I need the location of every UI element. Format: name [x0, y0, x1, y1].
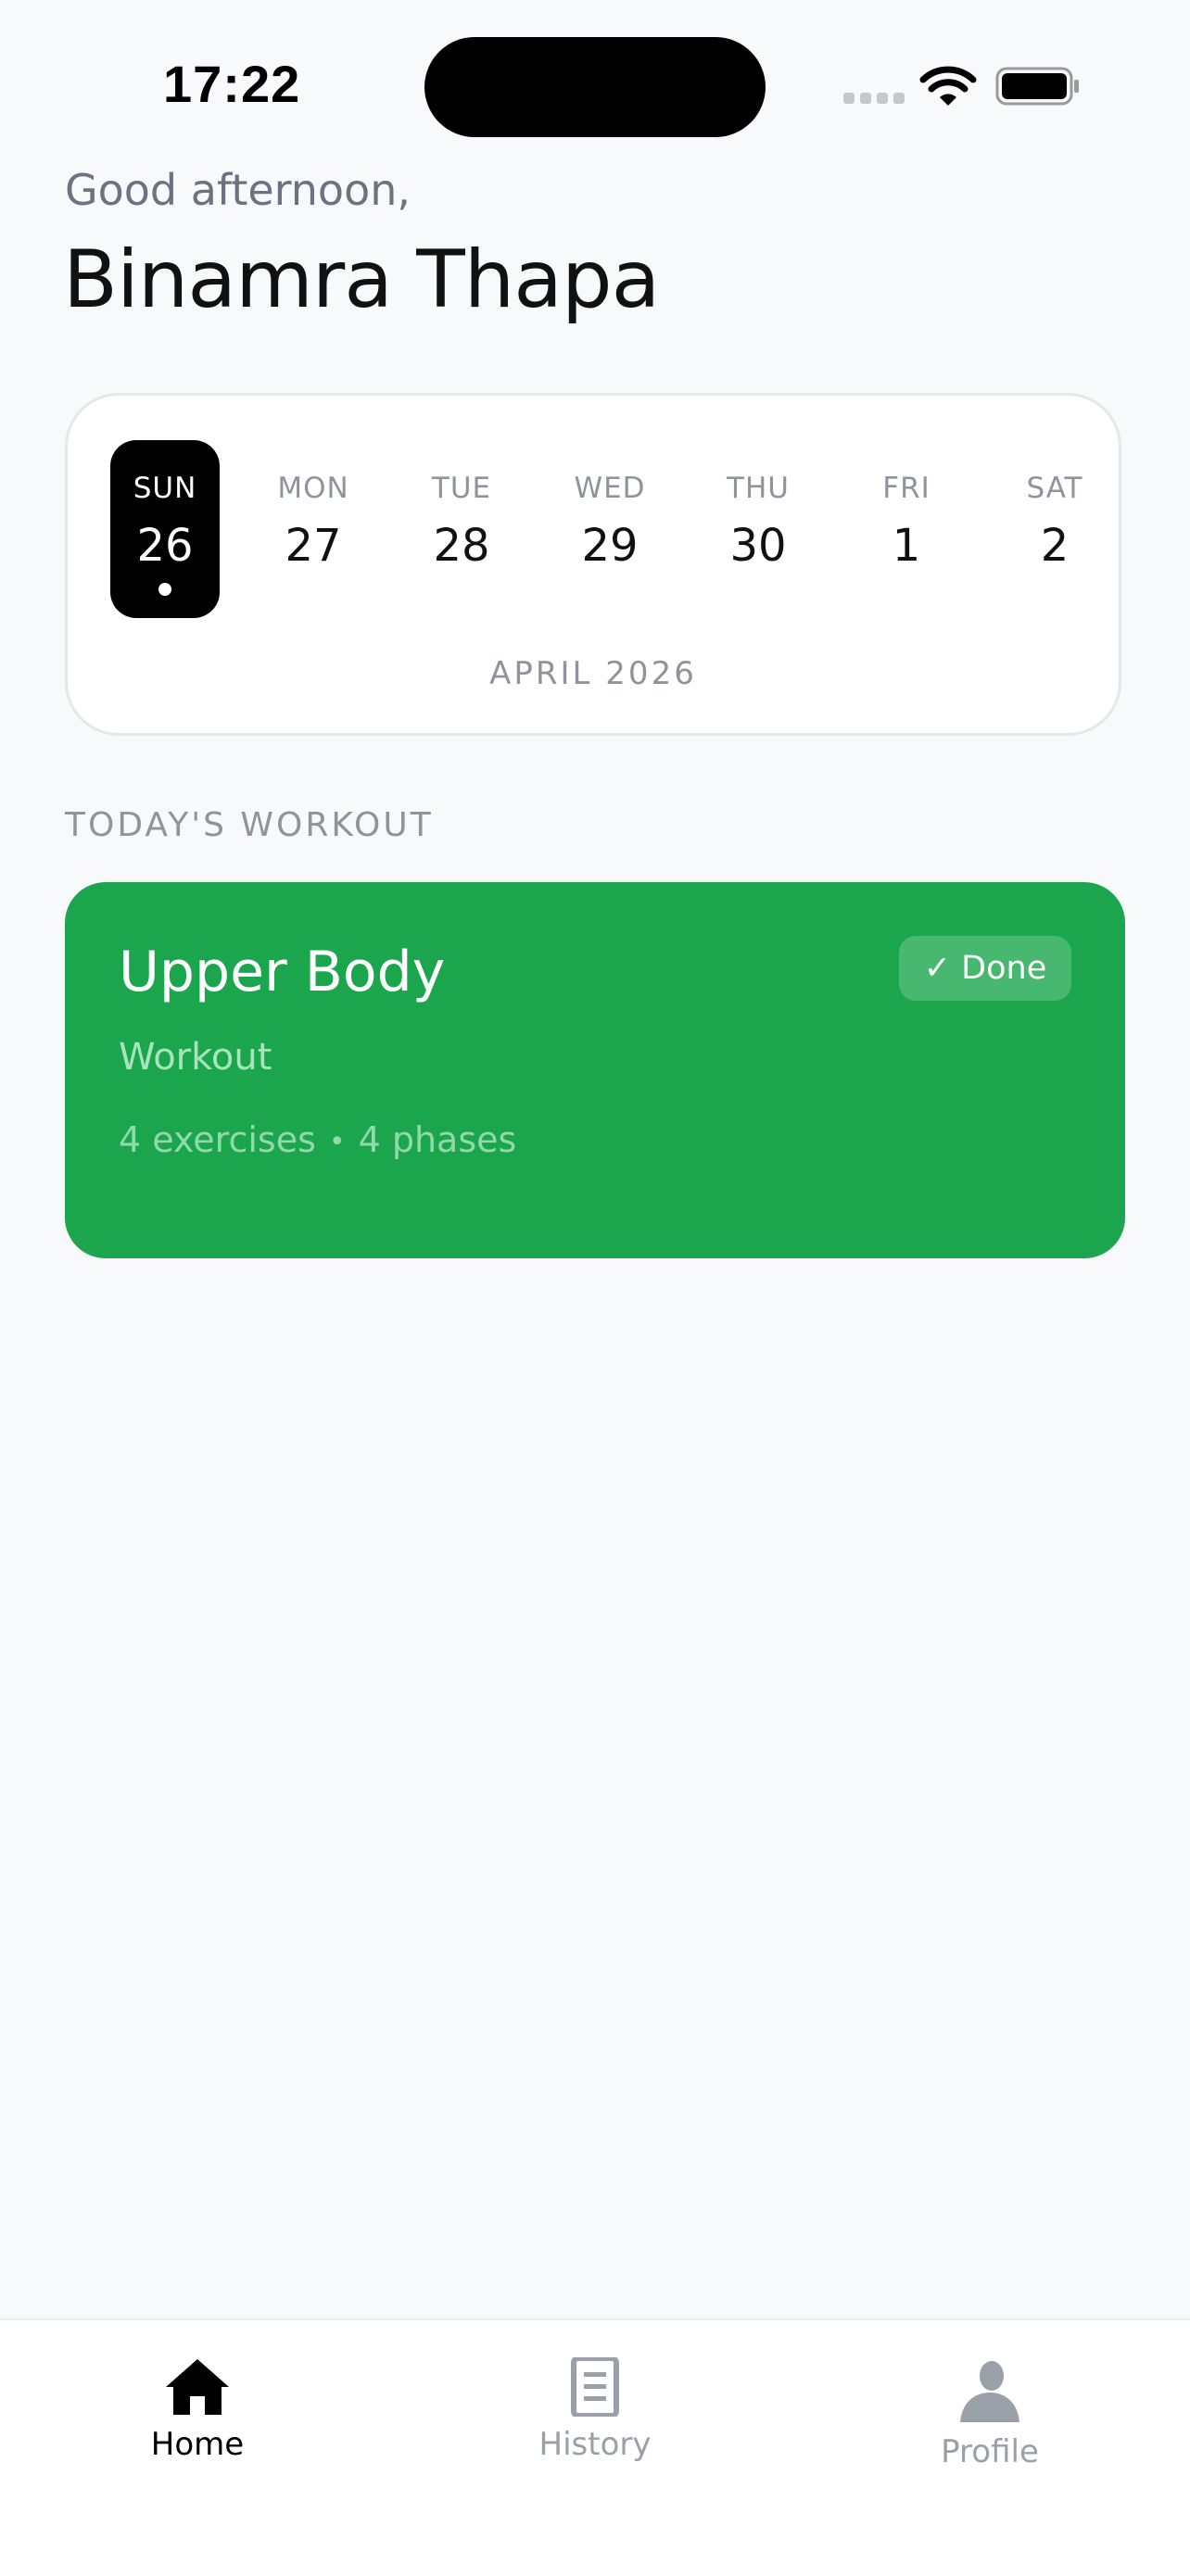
day-sat[interactable]: SAT 2: [1000, 440, 1109, 618]
tab-label: History: [538, 2426, 652, 2463]
day-mon[interactable]: MON 27: [259, 440, 368, 618]
section-title: TODAY'S WORKOUT: [65, 806, 434, 844]
tab-history[interactable]: History: [493, 2357, 697, 2496]
workout-title: Upper Body: [119, 940, 446, 1004]
day-name: THU: [727, 472, 790, 505]
wifi-icon: [919, 66, 977, 106]
day-number: 29: [581, 520, 639, 572]
tab-label: Profile: [941, 2433, 1039, 2470]
month-label: APRIL 2026: [489, 655, 697, 692]
phase-count: 4 phases: [358, 1119, 517, 1160]
workout-subtitle: Workout: [119, 1036, 272, 1079]
signal-icon: [843, 93, 905, 106]
dynamic-island: [424, 37, 766, 137]
week-calendar-card: SUN 26 MON 27 TUE 28 WED 29 THU 30 FRI 1…: [65, 393, 1121, 736]
day-name: SAT: [1026, 472, 1083, 505]
day-name: FRI: [882, 472, 930, 505]
exercise-count: 4 exercises: [119, 1119, 316, 1160]
workout-meta: 4 exercises • 4 phases: [119, 1119, 516, 1160]
day-fri[interactable]: FRI 1: [852, 440, 961, 618]
battery-icon: [995, 67, 1079, 106]
day-number: 1: [892, 520, 921, 572]
status-bar: 17:22: [0, 0, 1190, 167]
user-name: Binamra Thapa: [63, 234, 660, 326]
day-sun[interactable]: SUN 26: [110, 440, 220, 618]
day-tue[interactable]: TUE 28: [407, 440, 516, 618]
workout-card[interactable]: Upper Body ✓ Done Workout 4 exercises • 4 …: [65, 882, 1125, 1258]
day-wed[interactable]: WED 29: [555, 440, 665, 618]
day-number: 28: [433, 520, 490, 572]
tab-profile[interactable]: Profile: [888, 2357, 1092, 2496]
greeting-text: Good afternoon,: [65, 165, 411, 215]
meta-separator: •: [328, 1126, 346, 1158]
day-name: WED: [574, 472, 646, 505]
day-number: 27: [285, 520, 342, 572]
tab-home[interactable]: Home: [95, 2357, 299, 2496]
home-icon: [166, 2359, 229, 2415]
day-name: SUN: [133, 472, 197, 505]
day-thu[interactable]: THU 30: [703, 440, 813, 618]
person-icon: [960, 2361, 1019, 2422]
status-time: 17:22: [163, 55, 301, 113]
day-number: 26: [136, 520, 194, 572]
document-icon: [571, 2357, 619, 2417]
tab-bar: Home History Profile: [0, 2318, 1190, 2576]
day-number: 30: [729, 520, 787, 572]
done-badge: ✓ Done: [899, 936, 1071, 1001]
day-number: 2: [1040, 520, 1070, 572]
day-name: MON: [277, 472, 349, 505]
selected-day-dot: [158, 583, 171, 596]
day-name: TUE: [431, 472, 492, 505]
tab-label: Home: [150, 2426, 245, 2463]
